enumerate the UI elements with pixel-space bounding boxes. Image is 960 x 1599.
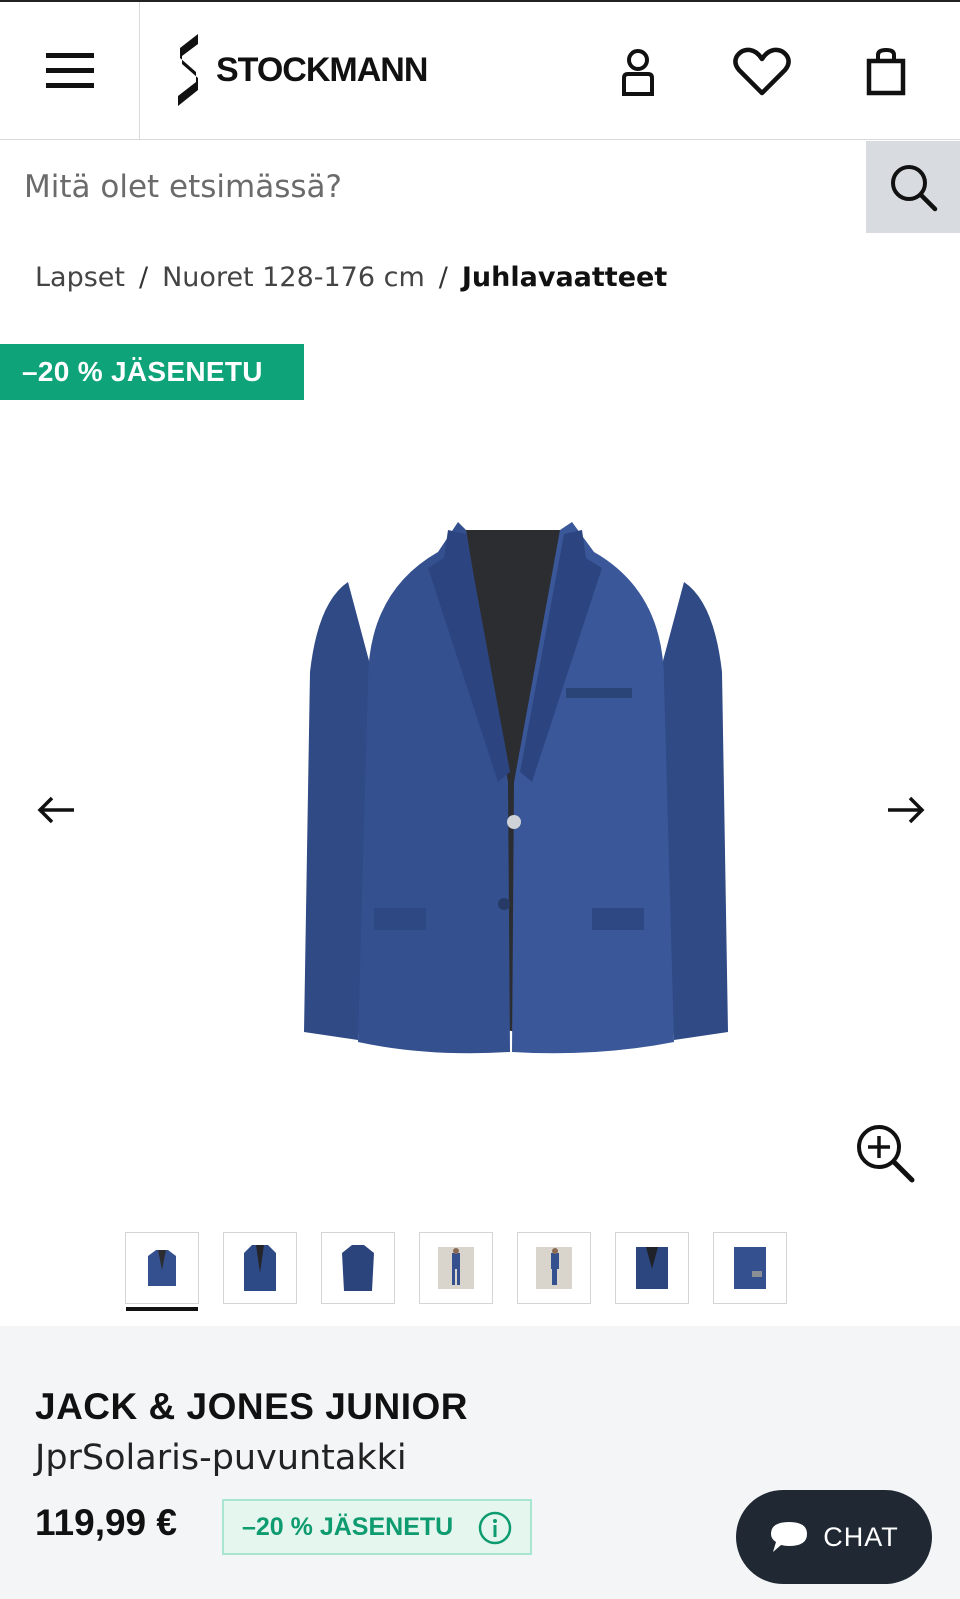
menu-button[interactable] — [0, 2, 140, 140]
thumbnail-1[interactable] — [125, 1232, 199, 1311]
zoom-in-icon — [857, 1125, 915, 1183]
breadcrumb-separator: / — [139, 262, 149, 293]
thumbnail-sleeve-detail — [734, 1247, 766, 1289]
thumbnail-jacket-front — [148, 1250, 176, 1286]
user-icon — [622, 49, 654, 96]
product-gallery — [0, 420, 960, 1200]
hamburger-menu-icon — [45, 53, 94, 88]
cart-button[interactable] — [856, 42, 916, 102]
breadcrumb-current: Juhlavaatteet — [461, 262, 668, 293]
thumbnail-jacket-detail — [636, 1247, 668, 1289]
search-button[interactable] — [866, 141, 960, 233]
thumbnail-model-side — [536, 1247, 572, 1289]
thumbnail-2[interactable] — [223, 1232, 297, 1304]
shopping-bag-icon — [866, 48, 906, 96]
thumbnail-3[interactable] — [321, 1232, 395, 1304]
breadcrumb-item-lapset[interactable]: Lapset — [35, 262, 125, 293]
zoom-button[interactable] — [852, 1120, 918, 1186]
thumbnail-4[interactable] — [419, 1232, 493, 1304]
info-icon — [478, 1511, 512, 1545]
search-bar — [0, 141, 960, 233]
search-input[interactable] — [0, 141, 866, 233]
wishlist-button[interactable] — [732, 42, 792, 102]
stockmann-s-logo-icon — [178, 34, 198, 106]
search-icon — [891, 165, 938, 212]
thumbnail-strip — [125, 1232, 787, 1311]
breadcrumb-separator: / — [438, 262, 448, 293]
heart-icon — [733, 47, 791, 96]
arrow-left-icon — [37, 796, 74, 824]
thumbnail-model-full — [438, 1247, 474, 1289]
product-name: JprSolaris-puvuntakki — [35, 1438, 407, 1478]
stockmann-logo[interactable]: STOCKMANN — [176, 32, 428, 108]
site-header: STOCKMANN — [0, 0, 960, 140]
arrow-right-icon — [888, 796, 925, 824]
thumbnail-jacket-side — [342, 1245, 374, 1291]
thumbnail-5[interactable] — [517, 1232, 591, 1304]
member-discount-badge: –20 % JÄSENETU — [0, 344, 304, 400]
breadcrumb: Lapset / Nuoret 128-176 cm / Juhlavaatte… — [35, 262, 667, 293]
gallery-prev-button[interactable] — [26, 780, 86, 840]
product-image-jacket — [304, 522, 728, 1054]
member-discount-info[interactable]: –20 % JÄSENETU — [222, 1499, 532, 1555]
thumbnail-7[interactable] — [713, 1232, 787, 1304]
brand-name: STOCKMANN — [216, 50, 428, 89]
thumbnail-jacket-open — [244, 1245, 276, 1291]
member-discount-label: –20 % JÄSENETU — [242, 1512, 454, 1541]
breadcrumb-item-nuoret[interactable]: Nuoret 128-176 cm — [162, 262, 425, 293]
chat-button[interactable]: CHAT — [736, 1490, 932, 1584]
chat-label: CHAT — [823, 1521, 899, 1552]
gallery-next-button[interactable] — [876, 780, 936, 840]
product-brand[interactable]: JACK & JONES JUNIOR — [35, 1386, 468, 1428]
chat-bubble-icon — [771, 1522, 808, 1552]
thumbnail-6[interactable] — [615, 1232, 689, 1304]
account-button[interactable] — [608, 42, 668, 102]
product-price: 119,99 € — [35, 1502, 177, 1543]
